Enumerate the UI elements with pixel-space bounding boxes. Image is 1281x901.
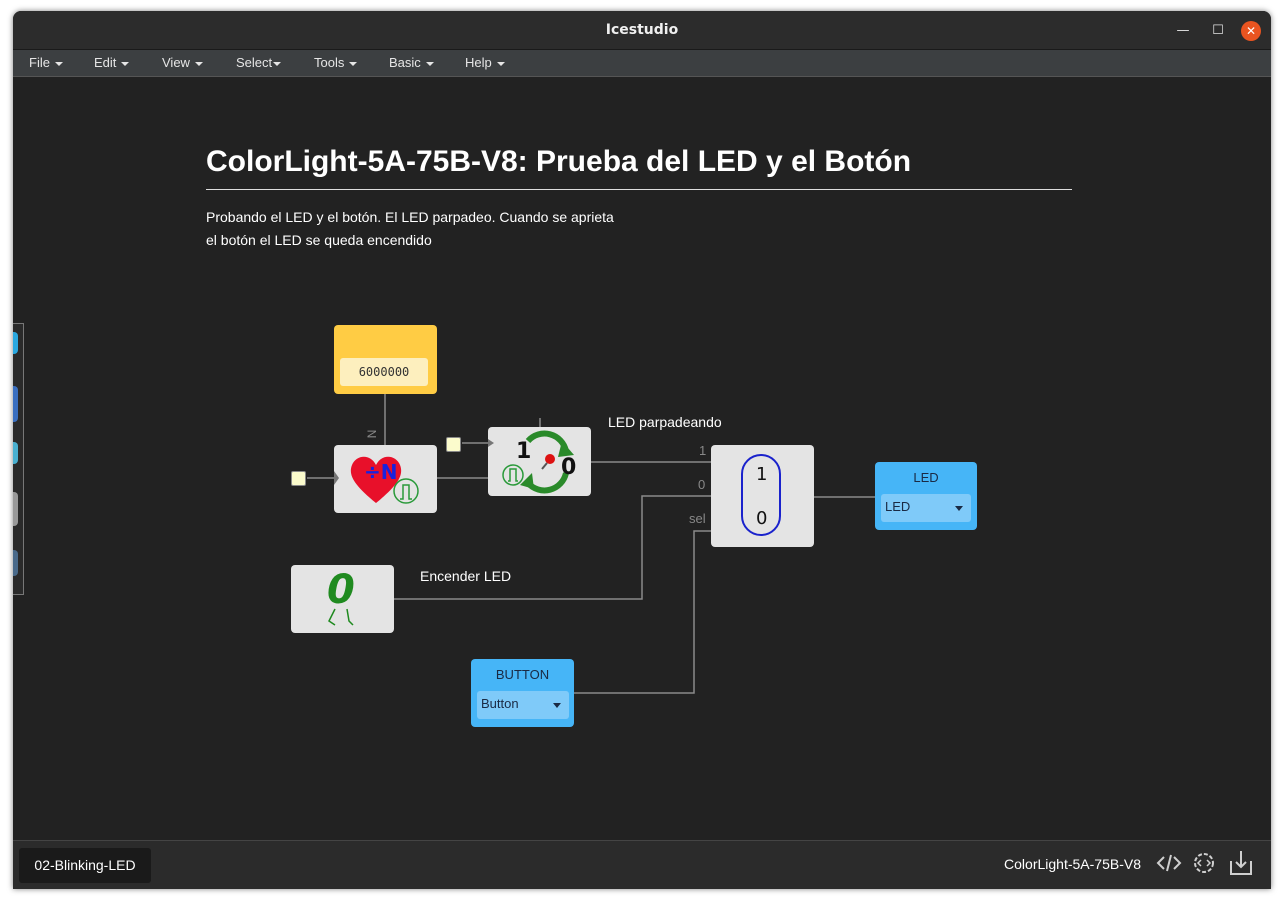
zero-legs-icon bbox=[328, 608, 354, 626]
board-name[interactable]: ColorLight-5A-75B-V8 bbox=[1004, 856, 1141, 872]
clock-pin-divider[interactable] bbox=[291, 471, 306, 486]
caret-down-icon bbox=[273, 61, 282, 66]
toggle-block[interactable]: 1 0 bbox=[488, 427, 591, 496]
menu-tools[interactable]: Tools bbox=[314, 55, 358, 70]
clock-triangle-icon bbox=[334, 471, 339, 485]
pulse-icon bbox=[393, 478, 419, 504]
dropdown-arrow-icon bbox=[553, 703, 561, 708]
clock-pin-toggle[interactable] bbox=[446, 437, 461, 452]
caret-down-icon bbox=[194, 61, 203, 66]
menu-edit[interactable]: Edit bbox=[94, 55, 130, 70]
button-pin-value: Button bbox=[481, 696, 519, 711]
mux-block[interactable]: 1 0 bbox=[711, 445, 814, 547]
mux-port-sel: sel bbox=[689, 511, 706, 526]
download-icon[interactable] bbox=[1227, 849, 1255, 877]
design-canvas[interactable]: ColorLight-5A-75B-V8: Prueba del LED y e… bbox=[13, 77, 1271, 840]
constant-zero-block[interactable]: 0 bbox=[291, 565, 394, 633]
caret-down-icon bbox=[496, 61, 505, 66]
constant-block[interactable]: 6000000 bbox=[334, 325, 437, 394]
led-pin-select[interactable]: LED bbox=[881, 494, 971, 522]
menu-file-label: File bbox=[29, 55, 50, 70]
menu-basic[interactable]: Basic bbox=[389, 55, 434, 70]
pulse-icon bbox=[502, 464, 524, 486]
code-icon[interactable] bbox=[1155, 849, 1183, 877]
menu-view-label: View bbox=[162, 55, 190, 70]
menu-bar: File Edit View Select Tools Basic Help bbox=[13, 50, 1271, 77]
toggle-label-1: 1 bbox=[516, 439, 532, 464]
menu-tools-label: Tools bbox=[314, 55, 345, 70]
led-pin-value: LED bbox=[885, 499, 911, 514]
mux-port-1: 1 bbox=[699, 443, 707, 458]
constant-value[interactable]: 6000000 bbox=[340, 358, 428, 386]
param-label: N bbox=[364, 429, 379, 439]
button-input-block[interactable]: BUTTON Button bbox=[471, 659, 574, 727]
app-window: Icestudio — ☐ ✕ File Edit View Select To… bbox=[13, 11, 1271, 889]
toggle-label-0: 0 bbox=[561, 455, 577, 480]
menu-select-label: Select bbox=[236, 55, 273, 70]
mux-label-1: 1 bbox=[756, 464, 768, 485]
caret-down-icon bbox=[121, 61, 130, 66]
wire-label-on: Encender LED bbox=[420, 568, 512, 584]
gear-code-icon[interactable] bbox=[1190, 849, 1218, 877]
menu-help-label: Help bbox=[465, 55, 492, 70]
divider-label: ÷N bbox=[364, 460, 398, 484]
minimize-icon[interactable]: — bbox=[1173, 21, 1193, 41]
wire-label-blink: LED parpadeando bbox=[608, 414, 722, 430]
wires-layer bbox=[307, 392, 875, 694]
button-pin-select[interactable]: Button bbox=[477, 691, 569, 719]
caret-down-icon bbox=[54, 61, 63, 66]
caret-down-icon bbox=[349, 61, 358, 66]
titlebar: Icestudio — ☐ ✕ bbox=[13, 11, 1271, 50]
menu-file[interactable]: File bbox=[29, 55, 63, 70]
window-title: Icestudio bbox=[605, 22, 679, 38]
project-tab[interactable]: 02-Blinking-LED bbox=[19, 848, 151, 883]
pushpin-icon bbox=[541, 454, 555, 470]
button-block-title: BUTTON bbox=[495, 667, 550, 682]
mux-port-0: 0 bbox=[698, 477, 706, 492]
menu-basic-label: Basic bbox=[389, 55, 421, 70]
status-bar: 02-Blinking-LED ColorLight-5A-75B-V8 bbox=[13, 840, 1271, 889]
mux-label-0: 0 bbox=[756, 508, 768, 529]
led-output-block[interactable]: LED LED bbox=[875, 462, 977, 530]
dropdown-arrow-icon bbox=[955, 506, 963, 511]
close-icon[interactable]: ✕ bbox=[1241, 21, 1261, 41]
caret-down-icon bbox=[425, 61, 434, 66]
menu-edit-label: Edit bbox=[94, 55, 117, 70]
led-block-title: LED bbox=[913, 470, 939, 485]
menu-help[interactable]: Help bbox=[465, 55, 505, 70]
maximize-icon[interactable]: ☐ bbox=[1208, 21, 1228, 41]
menu-view[interactable]: View bbox=[162, 55, 203, 70]
menu-select[interactable]: Select bbox=[236, 55, 282, 70]
divider-block[interactable]: ÷N bbox=[334, 445, 437, 513]
